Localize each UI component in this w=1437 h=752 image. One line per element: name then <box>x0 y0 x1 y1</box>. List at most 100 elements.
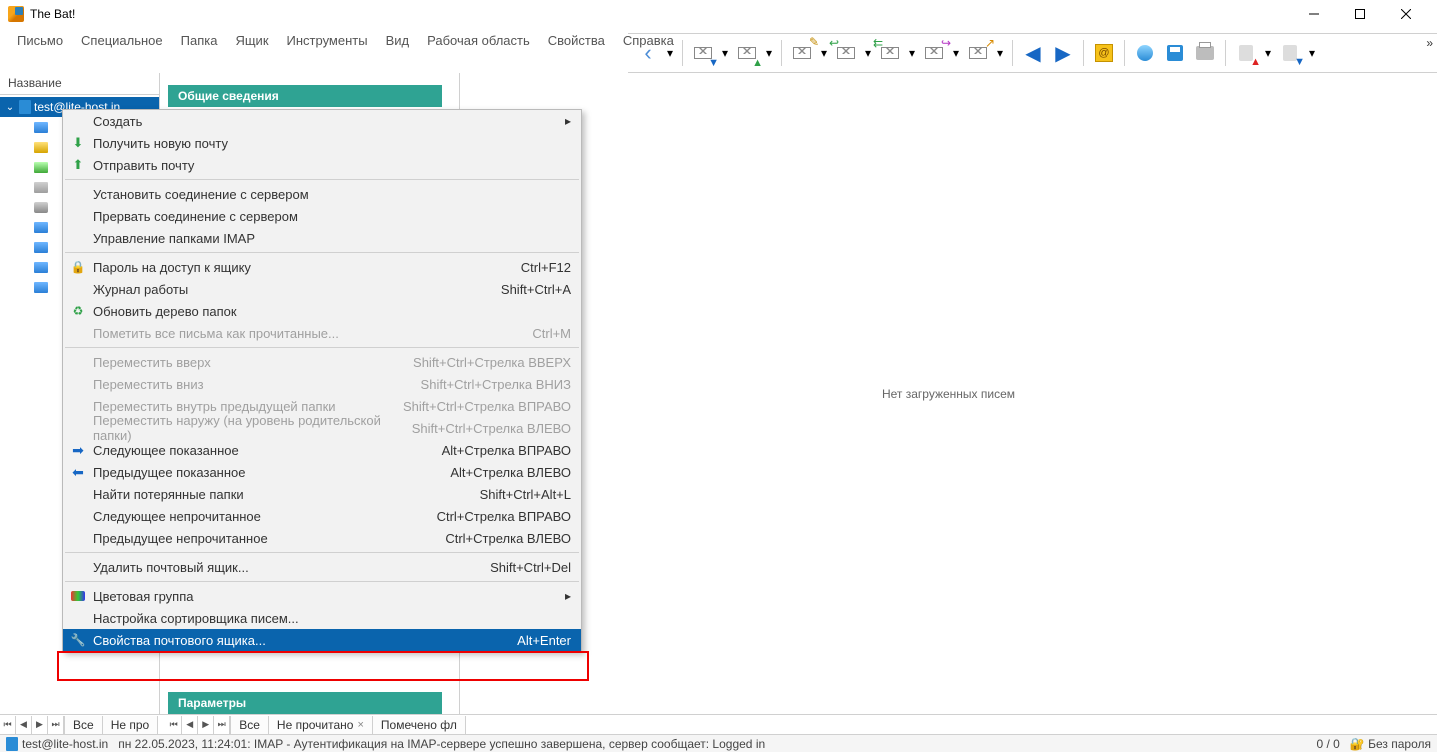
folder-icon <box>34 242 48 253</box>
tab-unread-2[interactable]: Не прочитано× <box>269 716 373 734</box>
redirect-dropdown[interactable]: ▾ <box>994 46 1006 60</box>
menu-item-label: Пароль на доступ к ящику <box>89 260 521 275</box>
reply-all-dropdown[interactable]: ▾ <box>906 46 918 60</box>
menu-letter[interactable]: Письмо <box>8 30 72 51</box>
redirect-icon[interactable]: ↗ <box>964 39 992 67</box>
forward-dropdown[interactable]: ▾ <box>950 46 962 60</box>
tab-prev-icon[interactable]: ◀ <box>16 716 32 734</box>
menu-item[interactable]: Журнал работыShift+Ctrl+A <box>63 278 581 300</box>
menu-separator <box>65 552 579 553</box>
minimize-button[interactable] <box>1291 0 1337 28</box>
menu-item-label: Удалить почтовый ящик... <box>89 560 490 575</box>
menu-item[interactable]: Установить соединение с сервером <box>63 183 581 205</box>
junk-down-icon[interactable]: ▼ <box>1276 39 1304 67</box>
menu-item[interactable]: Предыдущее непрочитанноеCtrl+Стрелка ВЛЕ… <box>63 527 581 549</box>
tab-all[interactable]: Все <box>65 716 103 734</box>
folder-icon <box>34 122 48 133</box>
menu-item-icon: ➡ <box>67 442 89 459</box>
menu-item[interactable]: Найти потерянные папкиShift+Ctrl+Alt+L <box>63 483 581 505</box>
forward-icon[interactable]: ↪ <box>920 39 948 67</box>
tab-next-icon[interactable]: ▶ <box>32 716 48 734</box>
compose-icon[interactable]: ✎ <box>788 39 816 67</box>
nav-back-icon[interactable]: ‹ <box>634 39 662 67</box>
tab-last-icon[interactable]: ⏭ <box>48 716 64 734</box>
menu-workspace[interactable]: Рабочая область <box>418 30 539 51</box>
menu-item[interactable]: ⬇Получить новую почту <box>63 132 581 154</box>
toolbar-overflow-icon[interactable]: » <box>1426 36 1433 50</box>
menu-item[interactable]: Следующее непрочитанноеCtrl+Стрелка ВПРА… <box>63 505 581 527</box>
tab-first-icon[interactable]: ⏮ <box>0 716 16 734</box>
tab-flagged[interactable]: Помечено фл <box>373 716 466 734</box>
menu-item-label: Пометить все письма как прочитанные... <box>89 326 532 341</box>
next-arrow-icon[interactable]: ▶ <box>1049 39 1077 67</box>
menu-item[interactable]: Управление папками IMAP <box>63 227 581 249</box>
close-tab-icon[interactable]: × <box>357 719 363 731</box>
menu-item-label: Получить новую почту <box>89 136 571 151</box>
print-icon[interactable] <box>1191 39 1219 67</box>
send-dropdown[interactable]: ▾ <box>763 46 775 60</box>
menu-folder[interactable]: Папка <box>172 30 227 51</box>
status-password: 🔐 Без пароля <box>1350 737 1431 751</box>
menu-item-label: Следующее показанное <box>89 443 442 458</box>
globe-icon[interactable] <box>1131 39 1159 67</box>
toolbar-separator <box>682 40 683 66</box>
save-disk-icon[interactable] <box>1161 39 1189 67</box>
address-book-icon[interactable]: @ <box>1090 39 1118 67</box>
close-button[interactable] <box>1383 0 1429 28</box>
tab-unread[interactable]: Не про <box>103 716 159 734</box>
reply-all-icon[interactable]: ⇇ <box>876 39 904 67</box>
tab-next-icon[interactable]: ▶ <box>198 716 214 734</box>
menu-mailbox[interactable]: Ящик <box>226 30 277 51</box>
junk2-dropdown[interactable]: ▾ <box>1306 46 1318 60</box>
reply-icon[interactable]: ↩ <box>832 39 860 67</box>
sent-icon <box>34 162 48 173</box>
menu-item[interactable]: Создать▸ <box>63 110 581 132</box>
menu-item[interactable]: ⬅Предыдущее показанноеAlt+Стрелка ВЛЕВО <box>63 461 581 483</box>
tab-all-2[interactable]: Все <box>231 716 269 734</box>
menu-item[interactable]: ⬆Отправить почту <box>63 154 581 176</box>
tab-last-icon[interactable]: ⏭ <box>214 716 230 734</box>
status-account: test@lite-host.in <box>6 737 108 751</box>
collapse-icon[interactable]: ⌄ <box>4 102 16 113</box>
menu-special[interactable]: Специальное <box>72 30 172 51</box>
menu-item-label: Отправить почту <box>89 158 571 173</box>
trash-icon <box>34 202 48 213</box>
junk-dropdown[interactable]: ▾ <box>1262 46 1274 60</box>
menu-tools[interactable]: Инструменты <box>278 30 377 51</box>
app-icon <box>8 6 24 22</box>
junk-up-icon[interactable]: ▲ <box>1232 39 1260 67</box>
menu-item-shortcut: Shift+Ctrl+Стрелка ВВЕРХ <box>413 355 571 370</box>
menu-item[interactable]: ♻Обновить дерево папок <box>63 300 581 322</box>
menu-item[interactable]: ➡Следующее показанноеAlt+Стрелка ВПРАВО <box>63 439 581 461</box>
tree-header[interactable]: Название <box>0 73 159 95</box>
folder-icon <box>34 222 48 233</box>
status-count: 0 / 0 <box>1316 737 1339 751</box>
menu-item[interactable]: Удалить почтовый ящик...Shift+Ctrl+Del <box>63 556 581 578</box>
menu-item[interactable]: 🔧Свойства почтового ящика...Alt+Enter <box>63 629 581 651</box>
menu-separator <box>65 252 579 253</box>
menu-item-label: Переместить внутрь предыдущей папки <box>89 399 403 414</box>
nav-back-dropdown[interactable]: ▾ <box>664 46 676 60</box>
receive-dropdown[interactable]: ▾ <box>719 46 731 60</box>
send-mail-icon[interactable]: ▲ <box>733 39 761 67</box>
menu-item[interactable]: 🔒Пароль на доступ к ящикуCtrl+F12 <box>63 256 581 278</box>
menu-item-label: Создать <box>89 114 559 129</box>
menu-item[interactable]: Цветовая группа▸ <box>63 585 581 607</box>
maximize-button[interactable] <box>1337 0 1383 28</box>
tab-prev-icon[interactable]: ◀ <box>182 716 198 734</box>
tab-parameters[interactable]: Параметры <box>168 692 442 714</box>
receive-mail-icon[interactable]: ▼ <box>689 39 717 67</box>
status-right: 0 / 0 🔐 Без пароля <box>1316 737 1431 751</box>
tab-first-icon[interactable]: ⏮ <box>166 716 182 734</box>
menu-view[interactable]: Вид <box>377 30 419 51</box>
menu-item-shortcut: Alt+Стрелка ВЛЕВО <box>450 465 571 480</box>
menu-item-shortcut: Ctrl+Стрелка ВЛЕВО <box>445 531 571 546</box>
menu-item[interactable]: Настройка сортировщика писем... <box>63 607 581 629</box>
status-pwd-text: Без пароля <box>1368 737 1431 751</box>
menu-item-shortcut: Shift+Ctrl+A <box>501 282 571 297</box>
menu-item[interactable]: Прервать соединение с сервером <box>63 205 581 227</box>
menu-item-shortcut: Shift+Ctrl+Стрелка ВНИЗ <box>421 377 571 392</box>
tab-general-info[interactable]: Общие сведения <box>168 85 442 107</box>
menu-properties[interactable]: Свойства <box>539 30 614 51</box>
prev-arrow-icon[interactable]: ◀ <box>1019 39 1047 67</box>
